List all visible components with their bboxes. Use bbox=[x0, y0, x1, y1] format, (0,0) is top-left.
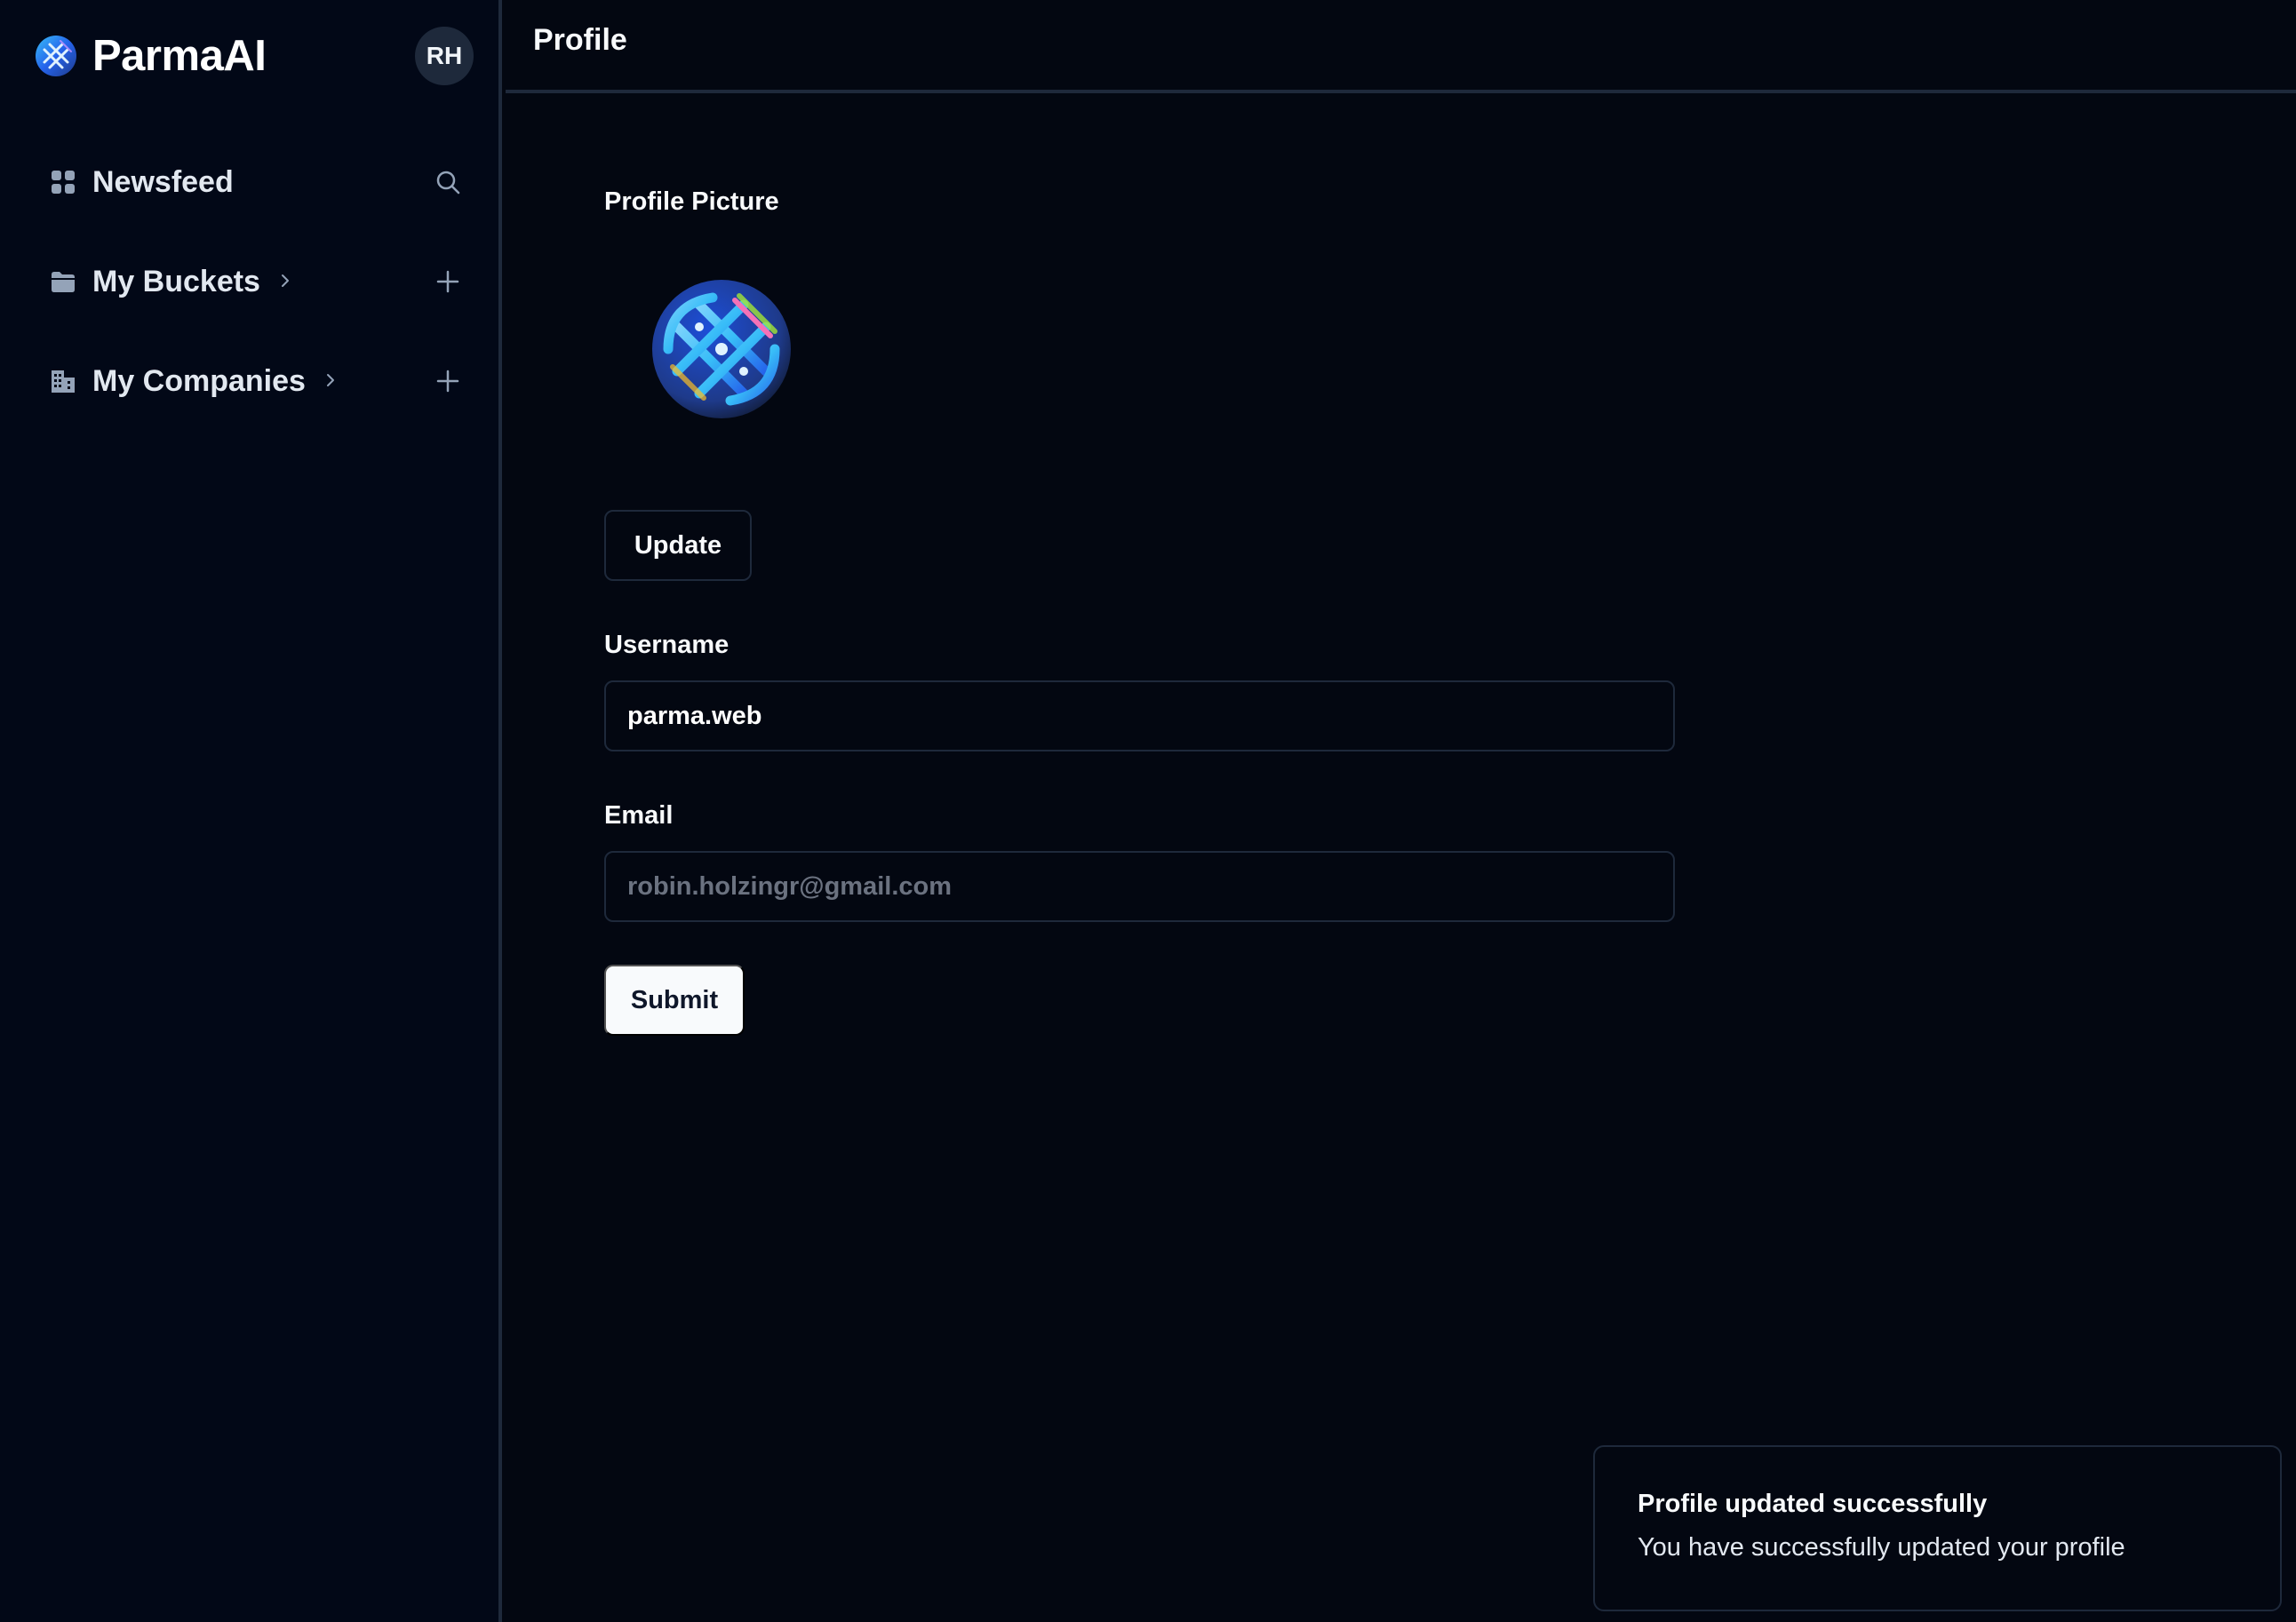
submit-button[interactable]: Submit bbox=[604, 965, 745, 1036]
user-avatar[interactable]: RH bbox=[415, 27, 474, 85]
brand-name: ParmaAI bbox=[92, 32, 267, 80]
main-content: Profile Profile Picture Update Username … bbox=[506, 0, 2296, 1622]
sidebar-item-newsfeed[interactable]: Newsfeed bbox=[50, 155, 467, 209]
grid-icon bbox=[50, 169, 76, 195]
chevron-right-icon[interactable] bbox=[323, 370, 338, 393]
plus-icon[interactable] bbox=[428, 362, 467, 401]
brand[interactable]: ParmaAI bbox=[34, 29, 267, 83]
topbar: Profile bbox=[506, 0, 2296, 93]
profile-picture-icon bbox=[652, 280, 791, 418]
toast-title: Profile updated successfully bbox=[1638, 1490, 1988, 1518]
sidebar: ParmaAI RH Newsfeed My Buckets My Compan… bbox=[0, 0, 502, 1622]
username-label: Username bbox=[604, 631, 729, 659]
page-title: Profile bbox=[533, 23, 627, 57]
update-picture-button[interactable]: Update bbox=[604, 510, 752, 581]
sidebar-item-my-buckets[interactable]: My Buckets bbox=[50, 255, 467, 308]
sidebar-item-label: Newsfeed bbox=[92, 164, 234, 199]
profile-picture-label: Profile Picture bbox=[604, 187, 779, 216]
email-input[interactable]: robin.holzingr@gmail.com bbox=[604, 851, 1675, 922]
chevron-right-icon[interactable] bbox=[278, 270, 292, 293]
search-icon[interactable] bbox=[428, 163, 467, 202]
username-input[interactable]: parma.web bbox=[604, 680, 1675, 751]
folder-icon bbox=[50, 268, 76, 295]
sidebar-item-label: My Buckets bbox=[92, 264, 260, 298]
parma-logo-icon bbox=[36, 36, 76, 76]
plus-icon[interactable] bbox=[428, 262, 467, 301]
toast-description: You have successfully updated your profi… bbox=[1638, 1533, 2125, 1562]
profile-picture bbox=[650, 278, 793, 420]
toast-notification[interactable]: Profile updated successfully You have su… bbox=[1593, 1445, 2282, 1611]
email-label: Email bbox=[604, 801, 674, 830]
sidebar-item-label: My Companies bbox=[92, 363, 306, 398]
building-icon bbox=[50, 368, 76, 394]
sidebar-item-my-companies[interactable]: My Companies bbox=[50, 354, 467, 408]
app-root: ParmaAI RH Newsfeed My Buckets My Compan… bbox=[0, 0, 2296, 1622]
